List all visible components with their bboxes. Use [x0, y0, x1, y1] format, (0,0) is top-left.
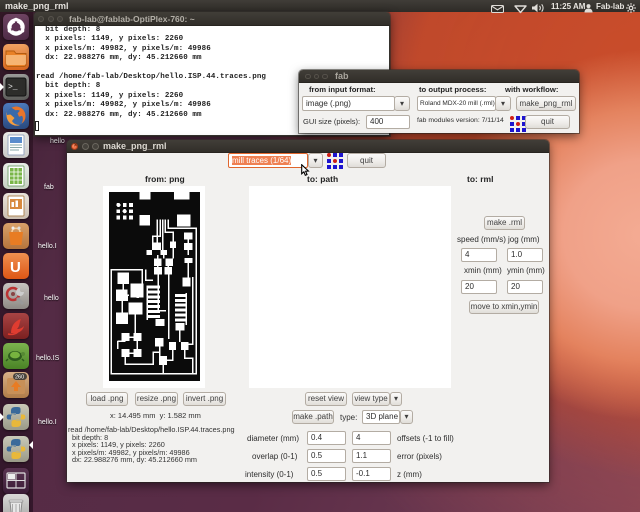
svg-text:>_: >_	[8, 83, 18, 92]
svg-text:U: U	[10, 259, 21, 276]
svg-text:260: 260	[15, 375, 24, 381]
